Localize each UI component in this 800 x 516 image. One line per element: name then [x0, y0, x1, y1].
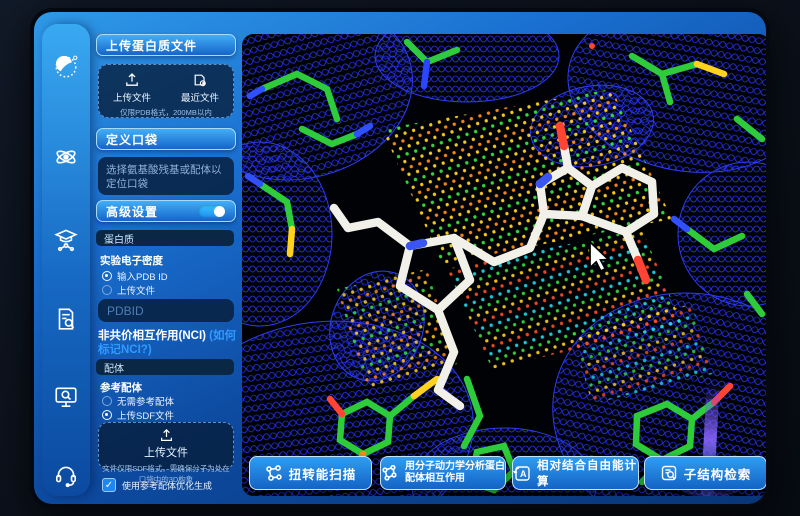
app-window: 上传蛋白质文件 上传文件 最近文件 — [30, 8, 770, 508]
upload-protein-header[interactable]: 上传蛋白质文件 — [96, 34, 236, 56]
upload-file-action[interactable]: 上传文件 — [113, 72, 151, 104]
nci-label: 非共价相互作用(NCI) — [98, 330, 209, 342]
radio-upload-sdf-label: 上传SDF文件 — [117, 408, 174, 422]
substructure-search-button[interactable]: 子结构检索 — [644, 456, 766, 490]
upload-icon — [159, 428, 174, 443]
radio-selected-icon — [102, 271, 112, 281]
pdb-id-input[interactable] — [98, 299, 234, 322]
upload-file-label: 上传文件 — [113, 90, 151, 104]
upload-format-hint: 仅限PDB格式，200MB以内 — [99, 104, 233, 118]
density-label: 实验电子密度 — [100, 253, 163, 268]
free-energy-button[interactable]: A 相对结合自由能计算 — [512, 456, 639, 490]
radio-enter-pdb-id[interactable]: 输入PDB ID — [102, 269, 168, 283]
md-analysis-label: 用分子动力学分析蛋白配体相互作用 — [405, 461, 505, 485]
pocket-selector-field[interactable]: 选择氨基酸残基或配体以定位口袋 — [98, 157, 234, 195]
radio-upload-label: 上传文件 — [117, 283, 155, 297]
sdf-upload-dropzone[interactable]: 上传文件 文件仅限SDF格式，需确保分子为处在口袋中的3D构象 — [98, 422, 234, 470]
advanced-settings-toggle[interactable] — [198, 205, 226, 218]
torsion-scan-label: 扭转能扫描 — [289, 464, 357, 483]
sdf-upload-inner: 上传文件 文件仅限SDF格式，需确保分子为处在口袋中的3D构象 — [99, 423, 233, 485]
radio-upload-file[interactable]: 上传文件 — [102, 283, 155, 297]
delta-a-free-energy-icon: A — [513, 464, 531, 482]
reference-ligand-label: 参考配体 — [100, 380, 142, 395]
icon-sidebar — [42, 24, 90, 496]
molecule-icon — [265, 464, 283, 482]
headset-support-icon[interactable] — [51, 460, 81, 490]
upload-actions-row: 上传文件 最近文件 — [99, 65, 233, 104]
substructure-search-icon — [660, 464, 678, 482]
define-pocket-header[interactable]: 定义口袋 — [96, 128, 236, 150]
checkbox-checked-icon[interactable] — [102, 478, 116, 492]
protein-tag-label: 蛋白质 — [104, 231, 134, 246]
free-energy-label: 相对结合自由能计算 — [537, 457, 638, 489]
radio-unselected-icon — [102, 285, 112, 295]
optimize-checkbox-row[interactable]: 使用参考配体优化生成 — [102, 478, 212, 492]
control-panel: 上传蛋白质文件 上传文件 最近文件 — [96, 12, 236, 504]
svg-text:A: A — [520, 469, 527, 479]
define-pocket-title: 定义口袋 — [106, 131, 158, 148]
model-training-icon[interactable] — [51, 224, 81, 254]
radio-selected-icon — [102, 410, 112, 420]
viewer-action-bar: 扭转能扫描 用分子动力学分析蛋白配体相互作用 A 相对结合自由能计算 — [242, 456, 766, 490]
molecular-viewport-scene — [242, 34, 766, 496]
recent-file-label: 最近文件 — [181, 90, 219, 104]
pocket-placeholder: 选择氨基酸残基或配体以定位口袋 — [106, 164, 222, 190]
protein-section-tag: 蛋白质 — [96, 230, 234, 246]
advanced-settings-title: 高级设置 — [106, 203, 158, 220]
recent-file-action[interactable]: 最近文件 — [181, 72, 219, 104]
ligand-section-tag: 配体 — [96, 359, 234, 375]
molecule-network-icon — [381, 464, 399, 482]
radio-unselected-icon — [102, 396, 112, 406]
app-surface: 上传蛋白质文件 上传文件 最近文件 — [34, 12, 766, 504]
toggle-knob — [214, 206, 225, 217]
upload-icon — [124, 72, 140, 88]
nci-text-block: 非共价相互作用(NCI) (如何标记NCI?) — [98, 329, 236, 357]
molecular-viewport[interactable]: 扭转能扫描 用分子动力学分析蛋白配体相互作用 A 相对结合自由能计算 — [242, 34, 766, 496]
md-analysis-button[interactable]: 用分子动力学分析蛋白配体相互作用 — [380, 456, 506, 490]
brand-logo-icon[interactable] — [51, 52, 81, 82]
desktop-background: 上传蛋白质文件 上传文件 最近文件 — [0, 0, 800, 516]
document-search-icon[interactable] — [51, 304, 81, 334]
screen-search-icon[interactable] — [51, 382, 81, 412]
radio-no-reference[interactable]: 无需参考配体 — [102, 394, 174, 408]
sdf-upload-label: 上传文件 — [144, 444, 188, 460]
atom-icon[interactable] — [51, 142, 81, 172]
radio-enter-pdb-label: 输入PDB ID — [117, 269, 168, 283]
protein-upload-dropzone[interactable]: 上传文件 最近文件 仅限PDB格式，200MB以内 — [98, 64, 234, 118]
recent-file-icon — [192, 72, 208, 88]
upload-protein-title: 上传蛋白质文件 — [106, 37, 197, 54]
torsion-scan-button[interactable]: 扭转能扫描 — [249, 456, 372, 490]
advanced-settings-header[interactable]: 高级设置 — [96, 200, 236, 222]
substructure-search-label: 子结构检索 — [684, 464, 752, 483]
radio-no-reference-label: 无需参考配体 — [117, 394, 174, 408]
ligand-tag-label: 配体 — [104, 360, 124, 375]
optimize-checkbox-label: 使用参考配体优化生成 — [122, 479, 212, 492]
radio-upload-sdf[interactable]: 上传SDF文件 — [102, 408, 174, 422]
